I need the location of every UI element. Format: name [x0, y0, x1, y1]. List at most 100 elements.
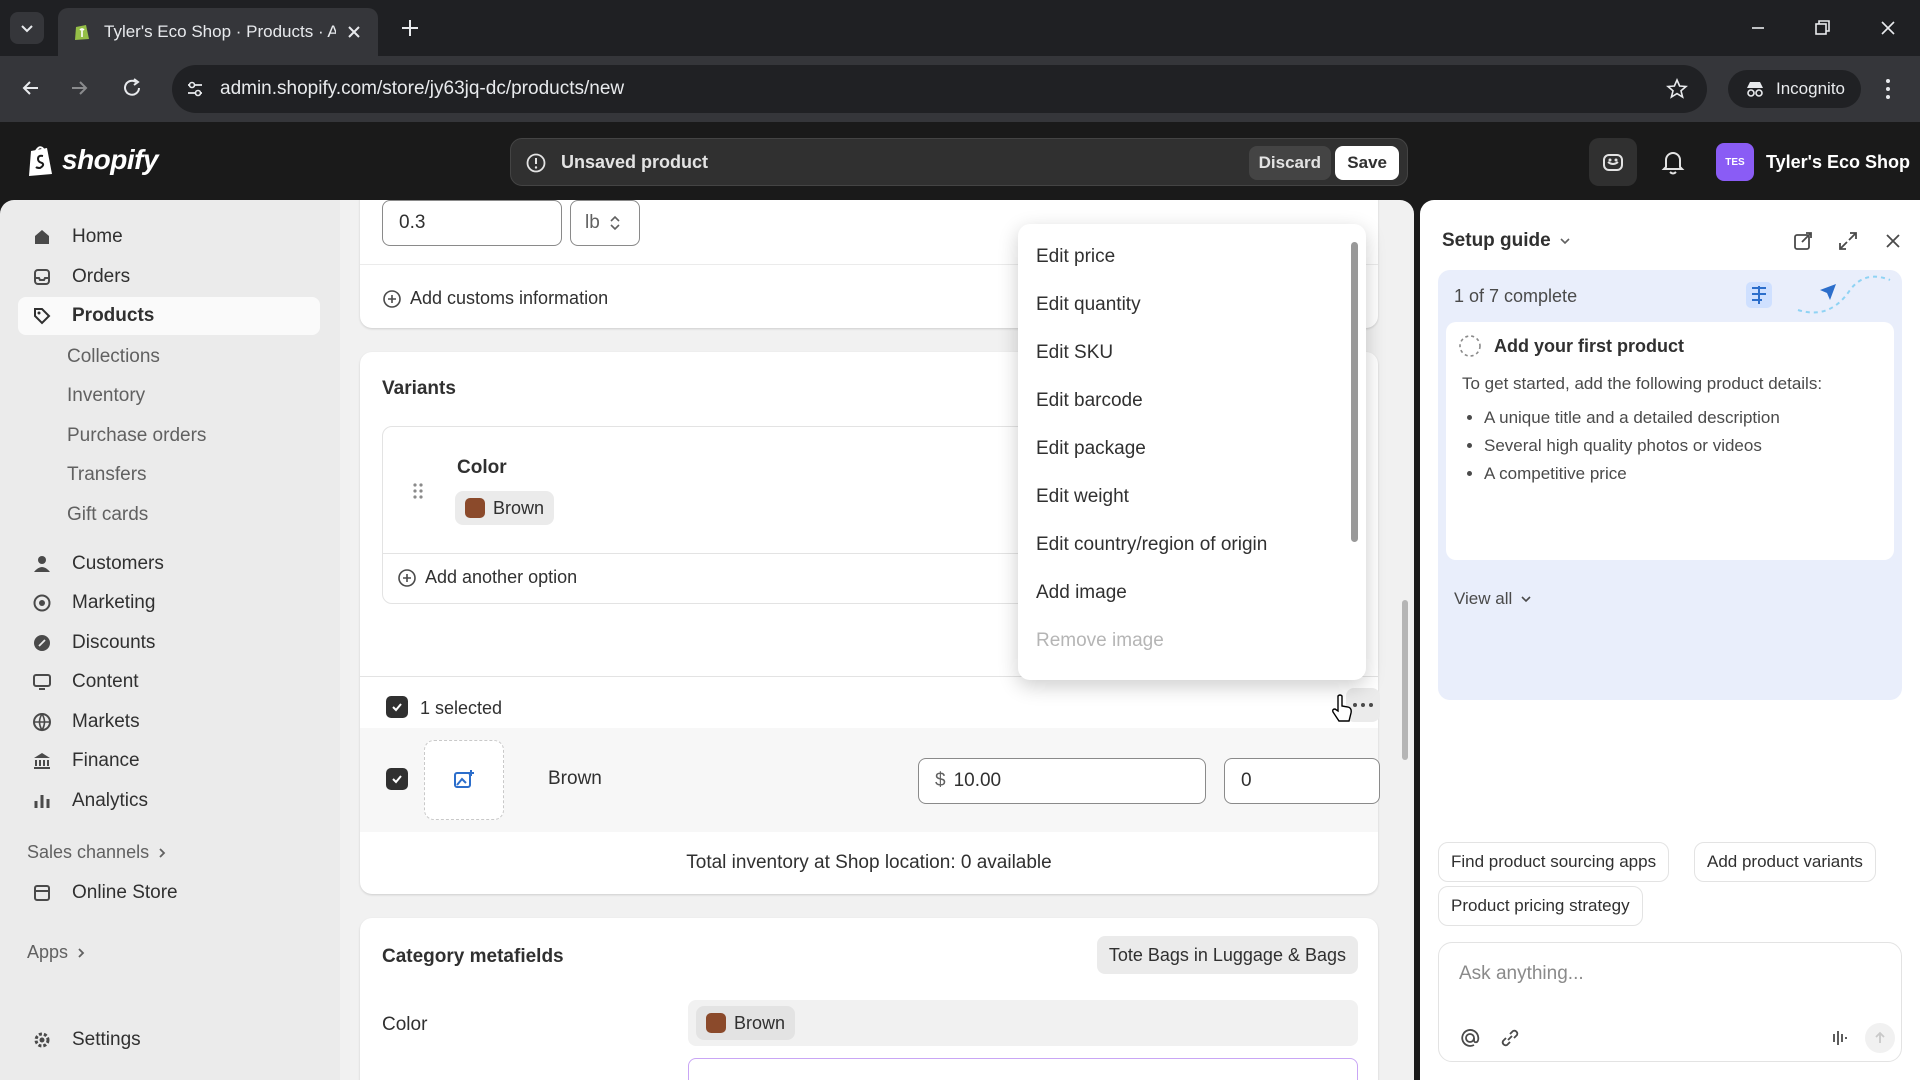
select-all-checkbox[interactable] [386, 696, 408, 718]
browser-tab[interactable]: Tyler's Eco Shop · Products · Ad [58, 8, 378, 56]
close-tab-icon[interactable] [344, 22, 364, 42]
sidebar-item-markets[interactable]: Markets [18, 703, 320, 741]
sidebar-subitem-purchase-orders[interactable]: Purchase orders [67, 425, 206, 447]
variant-row[interactable]: Brown $ 10.00 0 [360, 728, 1380, 832]
metafield-next-field[interactable] [688, 1058, 1358, 1080]
suggestion-sourcing-apps[interactable]: Find product sourcing apps [1438, 842, 1670, 882]
option-name: Color [457, 457, 507, 478]
restore-icon[interactable] [1808, 14, 1836, 42]
drag-handle-icon[interactable] [411, 481, 425, 501]
weight-input[interactable]: 0.3 [382, 200, 562, 246]
apps-heading[interactable]: Apps [27, 942, 88, 963]
back-icon[interactable] [16, 73, 46, 103]
sales-channels-heading[interactable]: Sales channels [27, 842, 169, 863]
browser-menu-icon[interactable] [1875, 76, 1901, 102]
site-settings-icon[interactable] [184, 78, 206, 100]
sidebar-item-content[interactable]: Content [18, 663, 320, 701]
sidebar-item-finance[interactable]: Finance [18, 742, 320, 780]
category-badge: Tote Bags in Luggage & Bags [1096, 936, 1358, 974]
voice-input-icon[interactable] [1827, 1027, 1849, 1049]
menu-item-edit-quantity[interactable]: Edit quantity [1036, 294, 1141, 316]
new-window-icon[interactable] [1792, 230, 1814, 252]
variant-row-checkbox[interactable] [386, 768, 408, 790]
menu-item-edit-barcode[interactable]: Edit barcode [1036, 390, 1143, 412]
sidebar-item-products[interactable]: Products [18, 297, 320, 335]
apps-label: Apps [27, 942, 69, 962]
metafield-color-chip[interactable]: Brown [696, 1006, 796, 1040]
chevron-down-icon [1560, 238, 1570, 245]
chevron-down-icon [21, 25, 33, 33]
add-another-option-button[interactable]: Add another option [397, 567, 577, 588]
sidekick-button[interactable] [1589, 138, 1637, 186]
main-scrollbar[interactable] [1402, 600, 1408, 760]
variant-name: Brown [548, 768, 602, 789]
menu-item-edit-sku[interactable]: Edit SKU [1036, 342, 1113, 364]
mention-icon[interactable] [1459, 1027, 1481, 1049]
tab-list-button[interactable] [10, 12, 44, 44]
sidebar-item-marketing[interactable]: Marketing [18, 584, 320, 622]
more-horizontal-icon [1353, 703, 1373, 707]
expand-icon[interactable] [1837, 230, 1859, 252]
variant-quantity-input[interactable]: 0 [1224, 758, 1380, 804]
variant-price-input[interactable]: $ 10.00 [918, 758, 1206, 804]
sidebar-item-settings[interactable]: Settings [18, 1021, 320, 1059]
url-field[interactable]: admin.shopify.com/store/jy63jq-dc/produc… [172, 65, 1707, 113]
shopify-favicon-icon [75, 25, 89, 40]
menu-item-add-image[interactable]: Add image [1036, 582, 1127, 604]
setup-progress: 1 of 7 complete [1454, 286, 1578, 306]
sidebar-item-analytics[interactable]: Analytics [18, 782, 320, 820]
menu-scrollbar[interactable] [1351, 242, 1358, 542]
sidebar-item-online-store[interactable]: Online Store [18, 874, 320, 912]
suggestion-pricing-strategy[interactable]: Product pricing strategy [1438, 886, 1643, 926]
add-customs-button[interactable]: Add customs information [382, 288, 608, 309]
incognito-label: Incognito [1776, 79, 1845, 98]
gear-icon [34, 1032, 50, 1048]
setup-guide-title-button[interactable]: Setup guide [1442, 230, 1573, 252]
task-status-circle-icon[interactable] [1458, 334, 1482, 358]
reload-icon[interactable] [117, 73, 147, 103]
new-tab-icon[interactable] [398, 16, 422, 40]
sidebar-subitem-transfers[interactable]: Transfers [67, 464, 147, 486]
menu-item-edit-weight[interactable]: Edit weight [1036, 486, 1129, 508]
variant-image-upload[interactable] [424, 740, 504, 820]
menu-item-edit-origin[interactable]: Edit country/region of origin [1036, 534, 1267, 556]
menu-item-edit-price[interactable]: Edit price [1036, 246, 1115, 268]
sidebar-item-home[interactable]: Home [18, 218, 320, 256]
store-avatar: TES [1716, 143, 1754, 181]
browser-tab-bar: Tyler's Eco Shop · Products · Ad [0, 0, 1920, 56]
attach-link-icon[interactable] [1499, 1027, 1521, 1049]
notifications-bell-icon[interactable] [1660, 148, 1686, 176]
sidebar-item-customers[interactable]: Customers [18, 545, 320, 583]
save-button[interactable]: Save [1335, 146, 1399, 180]
suggestion-product-variants[interactable]: Add product variants [1694, 842, 1876, 882]
metafield-color-field[interactable]: Brown [688, 1000, 1358, 1046]
discard-button[interactable]: Discard [1248, 146, 1331, 180]
sidebar-item-orders[interactable]: Orders [18, 258, 320, 296]
sidebar-subitem-collections[interactable]: Collections [67, 346, 160, 368]
sidebar-item-discounts[interactable]: Discounts [18, 624, 320, 662]
view-all-button[interactable]: View all [1454, 589, 1534, 609]
store-menu[interactable]: TES Tyler's Eco Shop [1716, 142, 1910, 182]
sidebar-subitem-gift-cards[interactable]: Gift cards [67, 504, 148, 526]
shopify-logo[interactable]: shopify [26, 143, 159, 177]
send-button[interactable] [1865, 1023, 1895, 1053]
task-description: To get started, add the following produc… [1462, 374, 1823, 393]
incognito-icon [1747, 82, 1763, 97]
minimize-icon[interactable] [1744, 14, 1772, 42]
close-panel-icon[interactable] [1882, 230, 1904, 252]
task-bullet: A competitive price [1484, 460, 1780, 488]
close-window-icon[interactable] [1874, 14, 1902, 42]
sidebar-subitem-inventory[interactable]: Inventory [67, 385, 145, 407]
menu-item-edit-package[interactable]: Edit package [1036, 438, 1146, 460]
forward-icon[interactable] [64, 73, 94, 103]
ask-input[interactable] [1459, 963, 1879, 985]
option-value-chip[interactable]: Brown [455, 491, 555, 525]
metafield-color-label: Color [382, 1014, 428, 1035]
sidebar-item-label: Analytics [72, 790, 149, 811]
sidebar-item-label: Home [72, 226, 123, 247]
bookmark-star-icon[interactable] [1665, 77, 1689, 101]
weight-value: 0.3 [399, 212, 426, 233]
weight-unit-select[interactable]: lb [570, 200, 640, 246]
incognito-indicator[interactable]: Incognito [1728, 70, 1861, 108]
sidebar: Home Orders Products Collections Invento… [0, 200, 340, 1080]
